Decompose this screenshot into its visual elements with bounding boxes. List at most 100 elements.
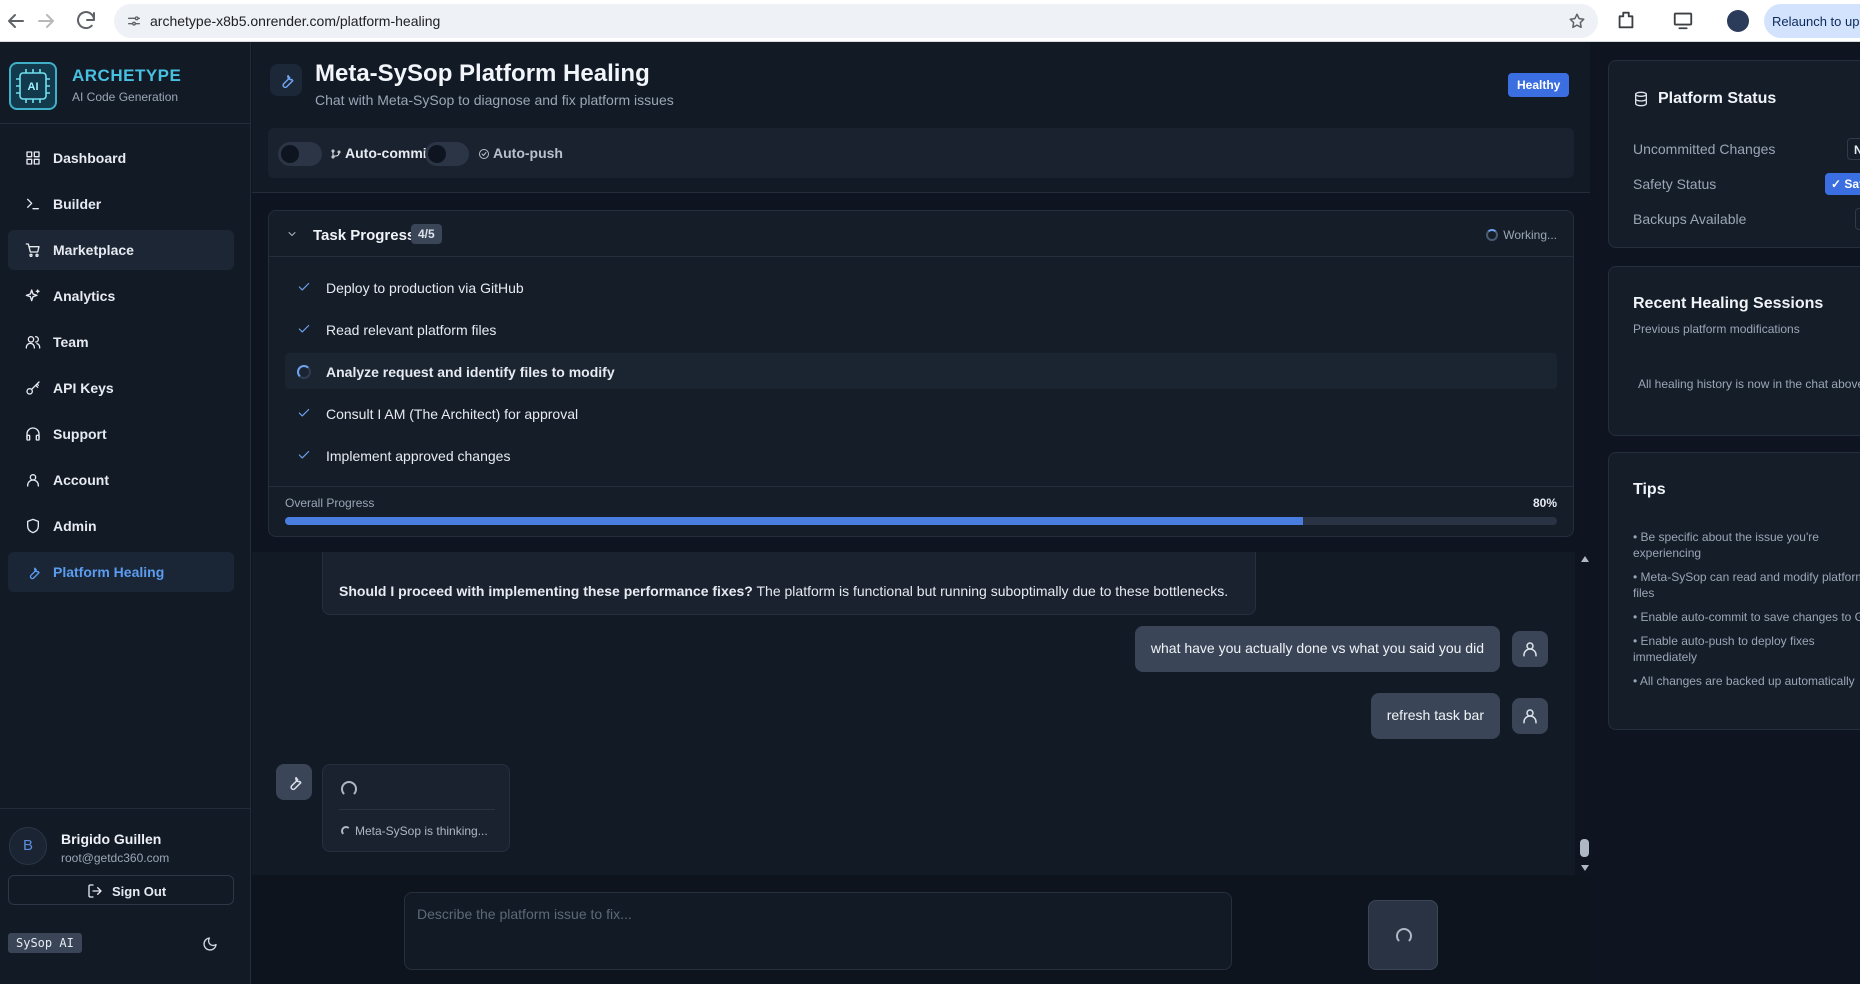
sidebar-item-label: Support: [53, 426, 107, 442]
grid-icon: [25, 150, 41, 166]
media-icon[interactable]: [1672, 9, 1696, 33]
loading-spinner-icon: [297, 365, 311, 379]
sidebar-item-account[interactable]: Account: [8, 460, 234, 500]
sysop-badge: SySop AI: [8, 933, 82, 953]
user-message: what have you actually done vs what you …: [1134, 626, 1500, 672]
task-label: Consult I AM (The Architect) for approva…: [326, 406, 579, 422]
divider: [339, 809, 495, 810]
sidebar-item-label: Dashboard: [53, 150, 127, 166]
assistant-message-bold: Should I proceed with implementing these…: [339, 583, 753, 599]
sidebar: AI ARCHETYPE AI Code Generation Dashboar…: [0, 42, 251, 984]
uncommitted-changes-value: No: [1847, 138, 1860, 160]
sidebar-item-label: Analytics: [53, 288, 116, 304]
sidebar-item-admin[interactable]: Admin: [8, 506, 234, 546]
relaunch-button[interactable]: Relaunch to upd: [1764, 4, 1860, 38]
page-subtitle: Chat with Meta-SySop to diagnose and fix…: [315, 92, 674, 108]
sidebar-item-api-keys[interactable]: API Keys: [8, 368, 234, 408]
auto-push-label: Auto-push: [478, 145, 563, 161]
task-item: Read relevant platform files: [285, 311, 1557, 347]
task-progress-header[interactable]: Task Progress 4/5 Working...: [269, 211, 1573, 257]
sidebar-item-label: Builder: [53, 196, 102, 212]
address-bar[interactable]: archetype-x8b5.onrender.com/platform-hea…: [114, 4, 1598, 38]
issue-input[interactable]: [404, 892, 1232, 970]
scrollbar-thumb[interactable]: [1580, 839, 1589, 857]
backups-available-value: 0: [1855, 208, 1860, 230]
brand-subtitle: AI Code Generation: [72, 90, 179, 104]
page-header: Meta-SySop Platform Healing Chat with Me…: [252, 42, 1590, 193]
sidebar-item-label: Platform Healing: [53, 564, 165, 580]
chevron-down-icon[interactable]: [286, 228, 298, 240]
avatar[interactable]: B: [9, 827, 47, 865]
send-button[interactable]: [1368, 900, 1438, 970]
bookmark-star-icon[interactable]: [1568, 12, 1586, 30]
logo-text: AI: [28, 81, 39, 93]
working-status: Working...: [1486, 228, 1557, 242]
sidebar-item-platform-healing[interactable]: Platform Healing: [8, 552, 234, 592]
task-item-current: Analyze request and identify files to mo…: [285, 353, 1557, 389]
profile-avatar[interactable]: [1727, 10, 1749, 32]
check-icon: [297, 322, 311, 336]
shield-icon: [25, 518, 41, 534]
auto-push-text: Auto-push: [493, 145, 563, 161]
browser-toolbar: archetype-x8b5.onrender.com/platform-hea…: [0, 0, 1860, 42]
user-icon: [25, 472, 41, 488]
check-icon: [297, 448, 311, 462]
sparkles-icon: [25, 288, 41, 304]
sidebar-item-support[interactable]: Support: [8, 414, 234, 454]
sidebar-item-dashboard[interactable]: Dashboard: [8, 138, 234, 178]
assistant-message: Should I proceed with implementing these…: [322, 552, 1256, 615]
back-icon[interactable]: [4, 9, 28, 33]
chat-scrollbar[interactable]: [1578, 552, 1591, 875]
overall-progress: Overall Progress 80%: [269, 486, 1573, 525]
thinking-text: Meta-SySop is thinking...: [355, 824, 488, 838]
wrench-icon: [270, 64, 302, 96]
sidebar-item-builder[interactable]: Builder: [8, 184, 234, 224]
platform-status-title: Platform Status: [1658, 90, 1777, 107]
extensions-icon[interactable]: [1615, 9, 1639, 33]
safety-status-label: Safety Status: [1633, 176, 1717, 192]
url-text: archetype-x8b5.onrender.com/platform-hea…: [150, 13, 441, 29]
assistant-message-text: Should I proceed with implementing these…: [339, 583, 1228, 599]
task-progress-panel: Task Progress 4/5 Working... Deploy to p…: [268, 210, 1574, 537]
sidebar-item-marketplace[interactable]: Marketplace: [8, 230, 234, 270]
logout-icon: [87, 883, 103, 899]
loading-spinner-icon: [341, 781, 357, 797]
theme-toggle-moon-icon[interactable]: [202, 936, 218, 952]
spinner-icon: [341, 826, 351, 836]
task-item: Implement approved changes: [285, 437, 1557, 473]
auto-commit-toggle[interactable]: [278, 142, 322, 166]
safety-status-badge: ✓ Safe: [1825, 173, 1860, 195]
sign-out-button[interactable]: Sign Out: [8, 875, 234, 905]
sidebar-item-label: Marketplace: [53, 242, 134, 258]
right-panel: Platform Status Uncommitted Changes No S…: [1591, 42, 1860, 984]
user-message: refresh task bar: [1370, 693, 1500, 739]
tip-item: • Meta-SySop can read and modify platfor…: [1633, 570, 1860, 600]
terminal-icon: [25, 196, 41, 212]
sidebar-item-label: API Keys: [53, 380, 114, 396]
task-progress-title: Task Progress: [313, 227, 416, 244]
auto-push-toggle[interactable]: [425, 142, 469, 166]
spinner-icon: [1486, 229, 1499, 241]
tip-item: • Be specific about the issue you're exp…: [1633, 530, 1819, 560]
logo[interactable]: AI: [9, 62, 57, 110]
key-icon: [25, 380, 41, 396]
progress-bar-fill: [285, 517, 1303, 525]
recent-sessions-subtitle: Previous platform modifications: [1633, 322, 1800, 336]
sidebar-item-team[interactable]: Team: [8, 322, 234, 362]
site-info-icon[interactable]: [126, 13, 142, 29]
git-branch-icon: [330, 148, 342, 160]
tip-item: • Enable auto-push to deploy fixes immed…: [1633, 634, 1815, 664]
reload-icon[interactable]: [74, 9, 98, 33]
scroll-up-arrow-icon[interactable]: [1581, 556, 1589, 562]
thinking-message: Meta-SySop is thinking...: [322, 764, 510, 852]
tips-card: Tips • Be specific about the issue you'r…: [1608, 452, 1860, 730]
overall-progress-label: Overall Progress: [285, 496, 375, 510]
forward-icon[interactable]: [34, 9, 58, 33]
sidebar-item-analytics[interactable]: Analytics: [8, 276, 234, 316]
recent-sessions-card: Recent Healing Sessions Previous platfor…: [1608, 266, 1860, 436]
check-circle-icon: [478, 148, 490, 160]
uncommitted-changes-label: Uncommitted Changes: [1633, 141, 1776, 157]
sign-out-label: Sign Out: [112, 884, 167, 899]
tips-list: • Be specific about the issue you're exp…: [1633, 529, 1860, 697]
scroll-down-arrow-icon[interactable]: [1581, 865, 1589, 871]
